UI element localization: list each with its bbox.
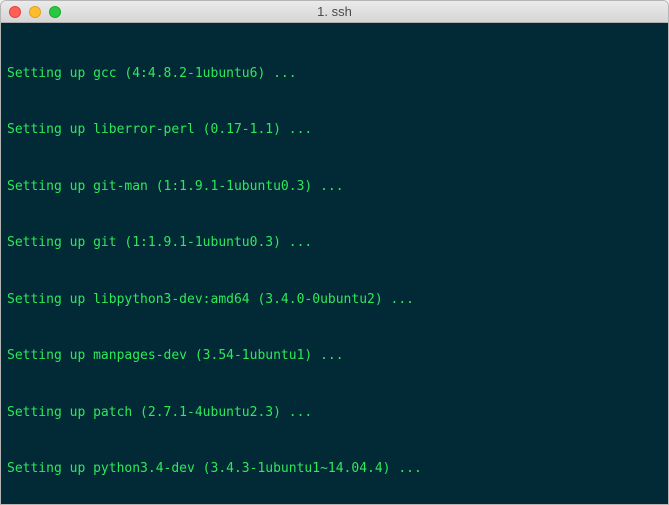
terminal-line: Setting up python3.4-dev (3.4.3-1ubuntu1… — [7, 460, 662, 479]
terminal-body[interactable]: Setting up gcc (4:4.8.2-1ubuntu6) ... Se… — [1, 23, 668, 504]
window-controls — [9, 6, 61, 18]
maximize-icon[interactable] — [49, 6, 61, 18]
terminal-window: 1. ssh Setting up gcc (4:4.8.2-1ubuntu6)… — [0, 0, 669, 505]
window-title: 1. ssh — [9, 4, 660, 19]
close-icon[interactable] — [9, 6, 21, 18]
titlebar: 1. ssh — [1, 1, 668, 23]
terminal-line: Setting up git (1:1.9.1-1ubuntu0.3) ... — [7, 234, 662, 253]
terminal-line: Setting up git-man (1:1.9.1-1ubuntu0.3) … — [7, 178, 662, 197]
terminal-line: Setting up libpython3-dev:amd64 (3.4.0-0… — [7, 291, 662, 310]
terminal-line: Setting up liberror-perl (0.17-1.1) ... — [7, 121, 662, 140]
terminal-line: Setting up gcc (4:4.8.2-1ubuntu6) ... — [7, 65, 662, 84]
terminal-line: Setting up manpages-dev (3.54-1ubuntu1) … — [7, 347, 662, 366]
minimize-icon[interactable] — [29, 6, 41, 18]
terminal-line: Setting up patch (2.7.1-4ubuntu2.3) ... — [7, 404, 662, 423]
